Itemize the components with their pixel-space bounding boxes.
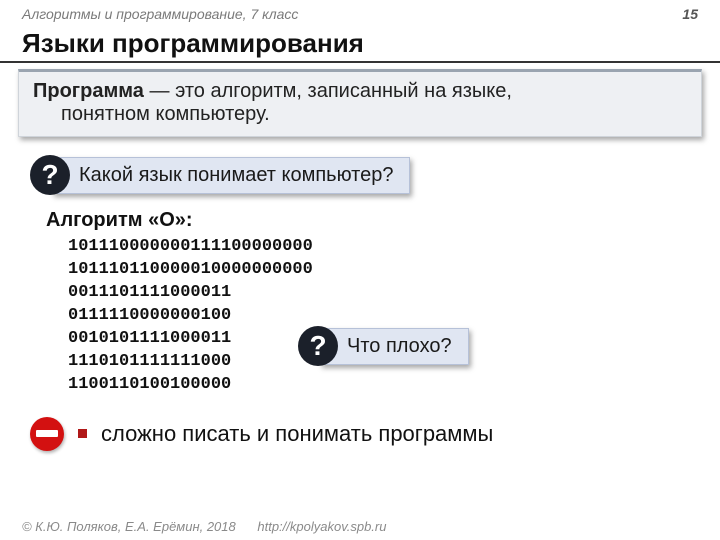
algorithm-section: Алгоритм «О»: 101110000000111100000000 1… xyxy=(46,209,720,397)
course-title: Алгоритмы и программирование, 7 класс xyxy=(22,6,298,22)
slide-footer: © К.Ю. Поляков, Е.А. Ерёмин, 2018 http:/… xyxy=(22,519,386,534)
definition-box: Программа — это алгоритм, записанный на … xyxy=(18,69,702,137)
footer-url: http://kpolyakov.spb.ru xyxy=(257,519,386,534)
definition-line1: Программа — это алгоритм, записанный на … xyxy=(33,80,687,103)
definition-term: Программа xyxy=(33,80,144,102)
binary-line: 101110110000010000000000 xyxy=(68,259,720,282)
definition-line2: понятном компьютеру. xyxy=(33,103,687,126)
no-entry-bar xyxy=(36,430,58,437)
copyright: © К.Ю. Поляков, Е.А. Ерёмин, 2018 xyxy=(22,519,236,534)
binary-line: 1100110100100000 xyxy=(68,374,720,397)
question-mark-icon: ? xyxy=(30,155,70,195)
binary-line: 0111110000000100 xyxy=(68,305,720,328)
drawback-text: сложно писать и понимать программы xyxy=(101,421,493,447)
question-2: ? Что плохо? xyxy=(298,326,469,366)
algorithm-title: Алгоритм «О»: xyxy=(46,209,720,232)
page-number: 15 xyxy=(682,6,698,22)
binary-code-block: 101110000000111100000000 101110110000010… xyxy=(46,236,720,397)
question-1-text: Какой язык понимает компьютер? xyxy=(52,157,410,194)
no-entry-icon xyxy=(30,417,64,451)
definition-rest1: это алгоритм, записанный на языке, xyxy=(175,80,512,102)
definition-dash: — xyxy=(144,80,175,102)
slide-header: Алгоритмы и программирование, 7 класс 15 xyxy=(0,0,720,24)
drawback-bullet: сложно писать и понимать программы xyxy=(30,417,720,451)
question-2-text: Что плохо? xyxy=(320,328,469,365)
question-1: ? Какой язык понимает компьютер? xyxy=(30,155,720,195)
slide-title: Языки программирования xyxy=(0,24,720,63)
question-mark-icon: ? xyxy=(298,326,338,366)
binary-line: 0011101111000011 xyxy=(68,282,720,305)
binary-line: 101110000000111100000000 xyxy=(68,236,720,259)
bullet-square-icon xyxy=(78,429,87,438)
